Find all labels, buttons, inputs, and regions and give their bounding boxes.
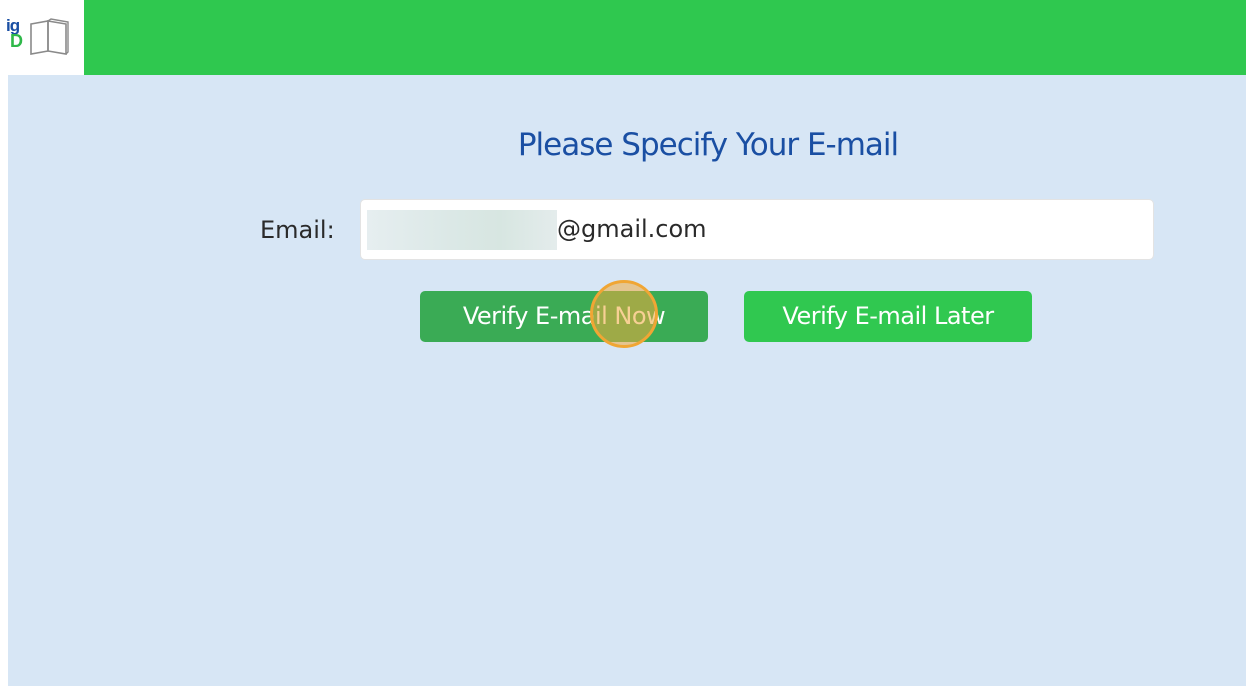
email-label: Email:	[260, 216, 335, 244]
left-edge-strip	[0, 75, 8, 686]
verify-email-later-button[interactable]: Verify E-mail Later	[744, 291, 1032, 342]
logo-text-bottom: D	[10, 31, 23, 51]
email-field-value: @gmail.com	[557, 215, 707, 243]
open-book-icon	[30, 18, 69, 55]
site-logo[interactable]: ig D	[0, 0, 84, 75]
email-field[interactable]: @gmail.com	[360, 199, 1154, 260]
page: ig D Please Specify Your E-mail Email: @…	[0, 0, 1246, 686]
header-bar	[84, 0, 1246, 75]
email-redaction-blur	[367, 210, 557, 250]
page-title: Please Specify Your E-mail	[517, 127, 899, 163]
verify-email-now-button[interactable]: Verify E-mail Now	[420, 291, 708, 342]
main-content: Please Specify Your E-mail Email: @gmail…	[8, 75, 1246, 686]
